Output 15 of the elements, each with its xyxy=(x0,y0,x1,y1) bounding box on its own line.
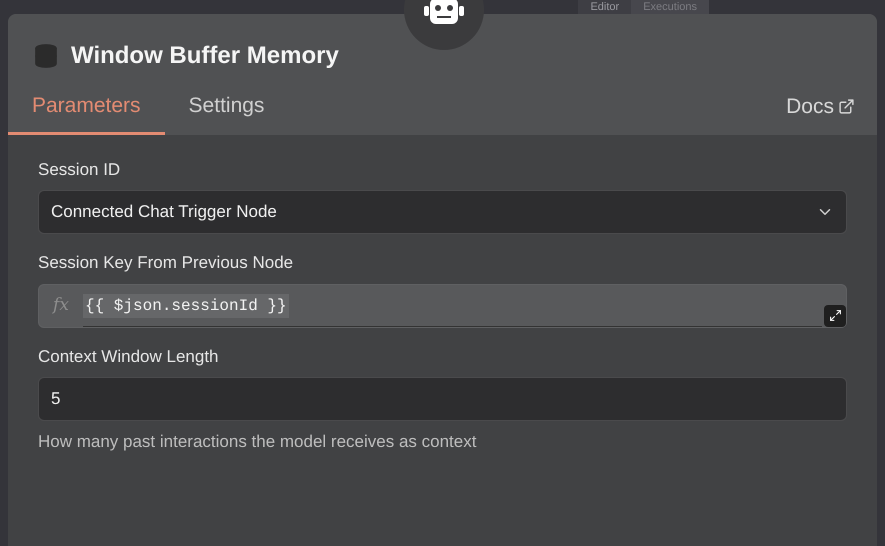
select-field[interactable]: Connected Chat Trigger Node xyxy=(38,190,847,234)
external-link-icon xyxy=(838,98,855,116)
top-tab[interactable]: Editor xyxy=(578,0,632,14)
expression-text: {{ $json.sessionId }} xyxy=(83,294,289,318)
panel-title: Window Buffer Memory xyxy=(71,41,339,71)
hint-text: How many past interactions the model receives as context xyxy=(38,431,476,453)
field-label: Context Window Length xyxy=(38,346,218,368)
field-label: Session ID xyxy=(38,158,120,180)
panel-tab[interactable]: Settings xyxy=(164,82,288,134)
panel-tab[interactable]: Parameters xyxy=(8,82,165,134)
docs-link[interactable]: Docs xyxy=(786,91,855,134)
expand-icon[interactable] xyxy=(824,304,846,326)
number-input[interactable]: 5 xyxy=(38,377,847,421)
field-label: Session Key From Previous Node xyxy=(38,252,294,274)
database-icon xyxy=(33,43,59,69)
